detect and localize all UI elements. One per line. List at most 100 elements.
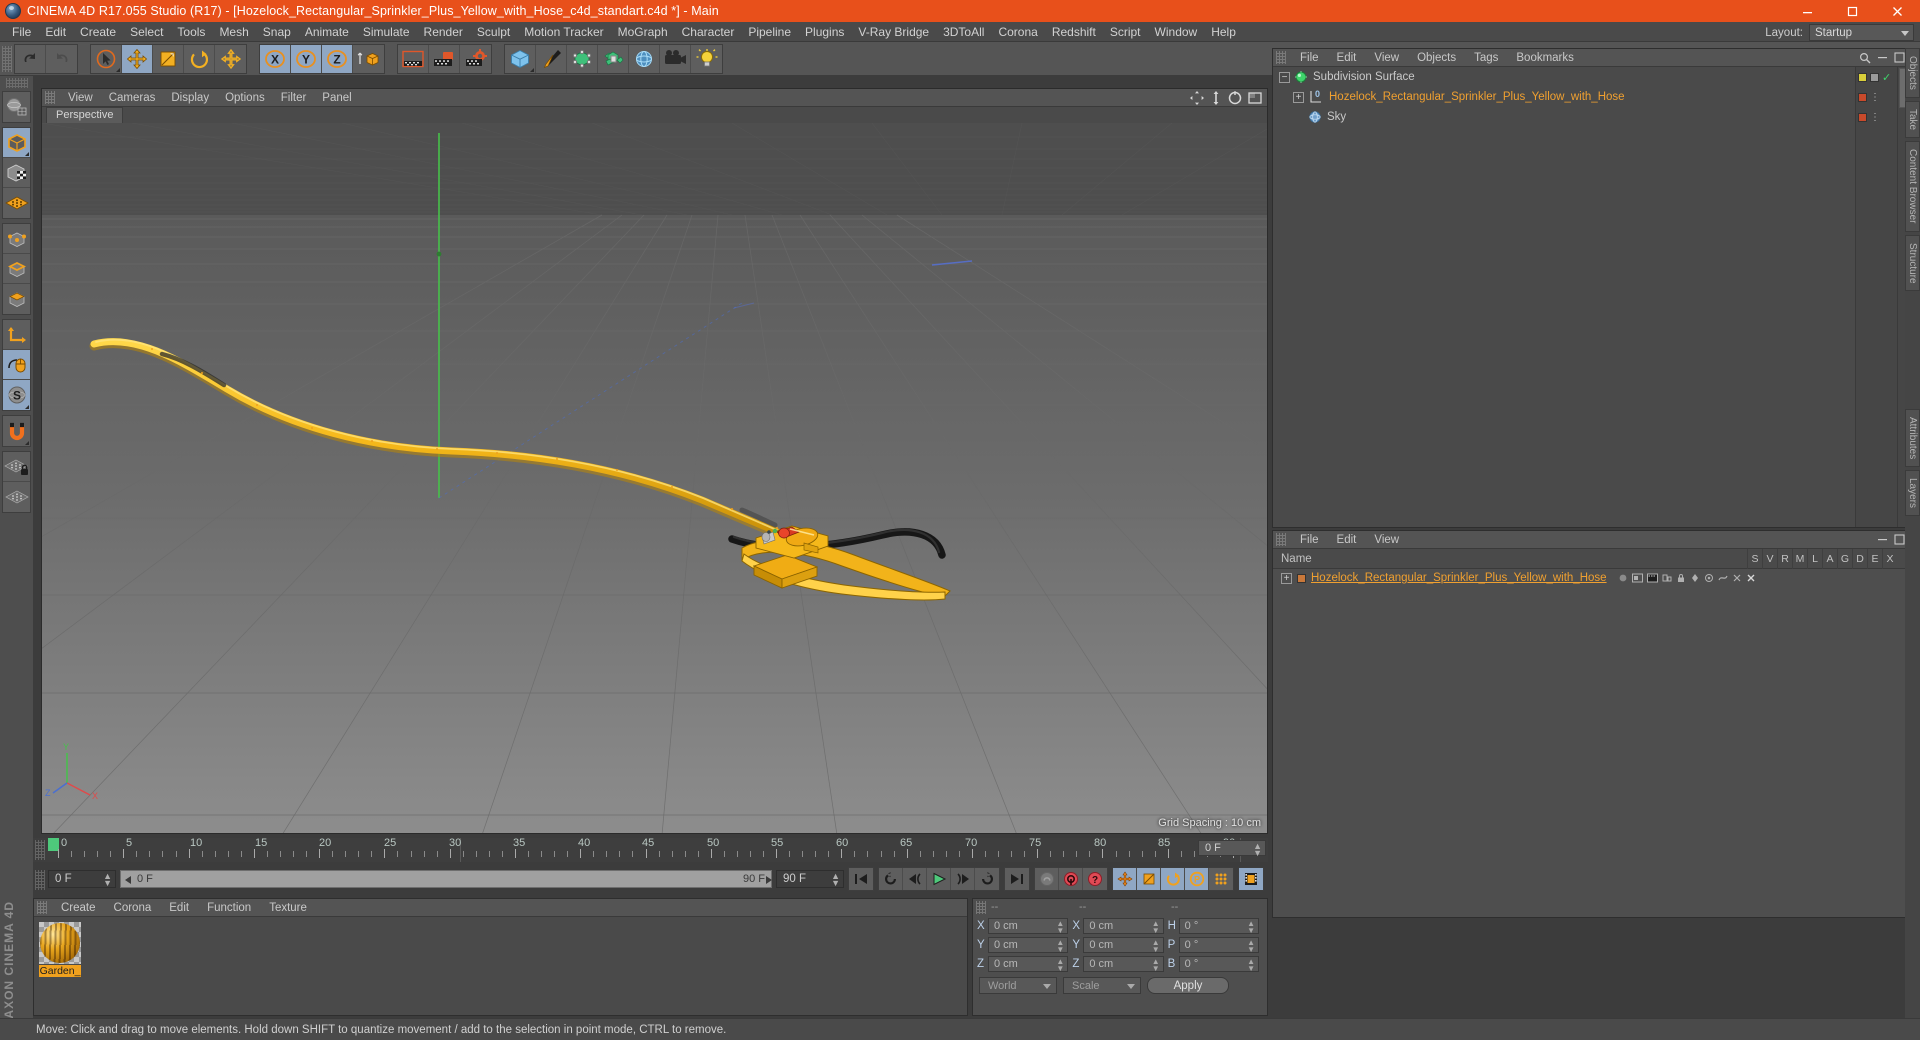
spinner-icon[interactable]: ▲ ▼: [103, 872, 112, 888]
layer-col-r[interactable]: R: [1777, 549, 1792, 569]
panel-maximize-icon[interactable]: [1894, 534, 1905, 545]
zoom-icon[interactable]: [1209, 90, 1223, 106]
autokeying-button[interactable]: [1059, 868, 1083, 890]
coord-input-pos-z[interactable]: 0 cm ▲ ▼: [988, 956, 1069, 973]
mm-menu-corona[interactable]: Corona: [105, 902, 161, 914]
object-tree[interactable]: − Subdivision Surface ✓ + 0 Hozelock_Rec…: [1273, 67, 1891, 527]
viewport-tab-perspective[interactable]: Perspective: [46, 107, 124, 123]
go-to-end-button[interactable]: [1005, 868, 1029, 890]
go-to-start-button[interactable]: [849, 868, 873, 890]
solo-icon[interactable]: [1618, 573, 1628, 583]
material-item-garden[interactable]: Garden_: [39, 922, 81, 977]
layout-select[interactable]: Startup: [1809, 24, 1914, 41]
layer-row-toggles[interactable]: [1618, 569, 1756, 587]
parameter-key-button[interactable]: P: [1185, 868, 1209, 890]
workplane-mode-button[interactable]: [3, 188, 30, 218]
lm-menu-file[interactable]: File: [1291, 534, 1328, 546]
om-menu-view[interactable]: View: [1365, 52, 1408, 64]
texture-mode-button[interactable]: [3, 158, 30, 188]
viewport-menu-options[interactable]: Options: [217, 92, 273, 104]
make-editable-button[interactable]: [3, 92, 30, 122]
add-spline-button[interactable]: [536, 44, 567, 73]
viewport-menu-cameras[interactable]: Cameras: [101, 92, 164, 104]
right-tab-take[interactable]: Take: [1905, 100, 1920, 139]
panel-maximize-icon[interactable]: [1894, 52, 1905, 63]
visibility-dot-upper-icon[interactable]: [1858, 72, 1867, 82]
layer-col-x[interactable]: X: [1882, 549, 1897, 569]
om-menu-bookmarks[interactable]: Bookmarks: [1507, 52, 1583, 64]
menu-mograph[interactable]: MoGraph: [611, 22, 675, 42]
enable-axis-button[interactable]: [3, 320, 30, 350]
add-scene-object-button[interactable]: [629, 44, 660, 73]
toolbar-grip[interactable]: [2, 45, 12, 72]
add-generator-button[interactable]: [567, 44, 598, 73]
transport-grip[interactable]: [35, 870, 45, 890]
spinner-icon[interactable]: ▲ ▼: [1253, 842, 1262, 858]
rotation-key-button[interactable]: [1161, 868, 1185, 890]
maximize-button[interactable]: [1830, 0, 1875, 22]
coord-input-size-x[interactable]: 0 cm ▲ ▼: [1083, 918, 1164, 935]
range-start-handle-icon[interactable]: [125, 876, 131, 884]
close-button[interactable]: [1875, 0, 1920, 22]
render-icon[interactable]: [1647, 573, 1658, 583]
scale-key-button[interactable]: [1137, 868, 1161, 890]
menu-corona[interactable]: Corona: [991, 22, 1044, 42]
coord-input-pos-y[interactable]: 0 cm ▲ ▼: [988, 937, 1069, 954]
play-button[interactable]: [927, 868, 951, 890]
viewport-menu-filter[interactable]: Filter: [273, 92, 315, 104]
next-frame-button[interactable]: [951, 868, 975, 890]
orbit-icon[interactable]: [1227, 90, 1243, 106]
live-selection-button[interactable]: [91, 44, 122, 73]
lm-menu-edit[interactable]: Edit: [1328, 534, 1366, 546]
spinner-icon[interactable]: ▲ ▼: [1247, 958, 1255, 973]
spinner-icon[interactable]: ▲ ▼: [1152, 920, 1160, 935]
layer-manager-grip[interactable]: [1276, 533, 1286, 546]
layer-col-s[interactable]: S: [1747, 549, 1762, 569]
green-check-icon[interactable]: ✓: [1882, 71, 1891, 84]
object-row-tags[interactable]: ⋮: [1855, 107, 1897, 127]
transform-mode-select[interactable]: Scale: [1063, 977, 1141, 994]
object-row-tags[interactable]: ✓: [1855, 67, 1897, 87]
rotate-tool-button[interactable]: [184, 44, 215, 73]
menu-animate[interactable]: Animate: [298, 22, 356, 42]
lm-menu-view[interactable]: View: [1365, 534, 1408, 546]
keyframe-selection-button[interactable]: ?: [1083, 868, 1107, 890]
generators-icon[interactable]: [1704, 573, 1714, 583]
spinner-icon[interactable]: ▲ ▼: [1056, 958, 1064, 973]
play-backwards-loop-button[interactable]: [879, 868, 903, 890]
panel-minimize-icon[interactable]: [1877, 52, 1888, 63]
layer-col-e[interactable]: E: [1867, 549, 1882, 569]
object-manager-grip[interactable]: [1276, 51, 1286, 64]
dots-icon[interactable]: ⋮: [1870, 92, 1880, 103]
coord-system-select[interactable]: World: [979, 977, 1057, 994]
max-frame-input[interactable]: 90 F ▲ ▼: [776, 870, 844, 888]
render-view-button[interactable]: [398, 44, 429, 73]
menu-mesh[interactable]: Mesh: [212, 22, 255, 42]
timeline-grip[interactable]: [35, 840, 45, 860]
apply-button[interactable]: Apply: [1147, 977, 1229, 994]
menu-redshift[interactable]: Redshift: [1045, 22, 1103, 42]
menu-vray-bridge[interactable]: V-Ray Bridge: [851, 22, 936, 42]
locked-icon[interactable]: [1676, 573, 1686, 583]
magnet-tool-button[interactable]: [3, 416, 30, 446]
viewport-menu-panel[interactable]: Panel: [314, 92, 359, 104]
coordinates-grip[interactable]: [976, 900, 986, 914]
coord-input-size-y[interactable]: 0 cm ▲ ▼: [1083, 937, 1164, 954]
expand-toggle-icon[interactable]: +: [1293, 91, 1304, 103]
visibility-icon[interactable]: [1632, 573, 1643, 583]
dots-icon[interactable]: ⋮: [1870, 112, 1880, 123]
menu-render[interactable]: Render: [417, 22, 470, 42]
render-to-picture-viewer-button[interactable]: [429, 44, 460, 73]
mm-menu-create[interactable]: Create: [52, 902, 105, 914]
spinner-icon[interactable]: ▲ ▼: [831, 872, 840, 888]
object-row-sky[interactable]: Sky ⋮: [1273, 107, 1880, 127]
spinner-icon[interactable]: ▲ ▼: [1056, 920, 1064, 935]
material-manager-grip[interactable]: [37, 901, 47, 914]
model-mode-button[interactable]: [3, 128, 30, 158]
coord-input-rot-p[interactable]: 0 ° ▲ ▼: [1178, 937, 1259, 954]
layer-col-d[interactable]: D: [1852, 549, 1867, 569]
layer-row[interactable]: + Hozelock_Rectangular_Sprinkler_Plus_Ye…: [1273, 569, 1911, 587]
spinner-icon[interactable]: ▲ ▼: [1247, 939, 1255, 954]
mm-menu-function[interactable]: Function: [198, 902, 260, 914]
manager-icon[interactable]: [1662, 573, 1672, 583]
